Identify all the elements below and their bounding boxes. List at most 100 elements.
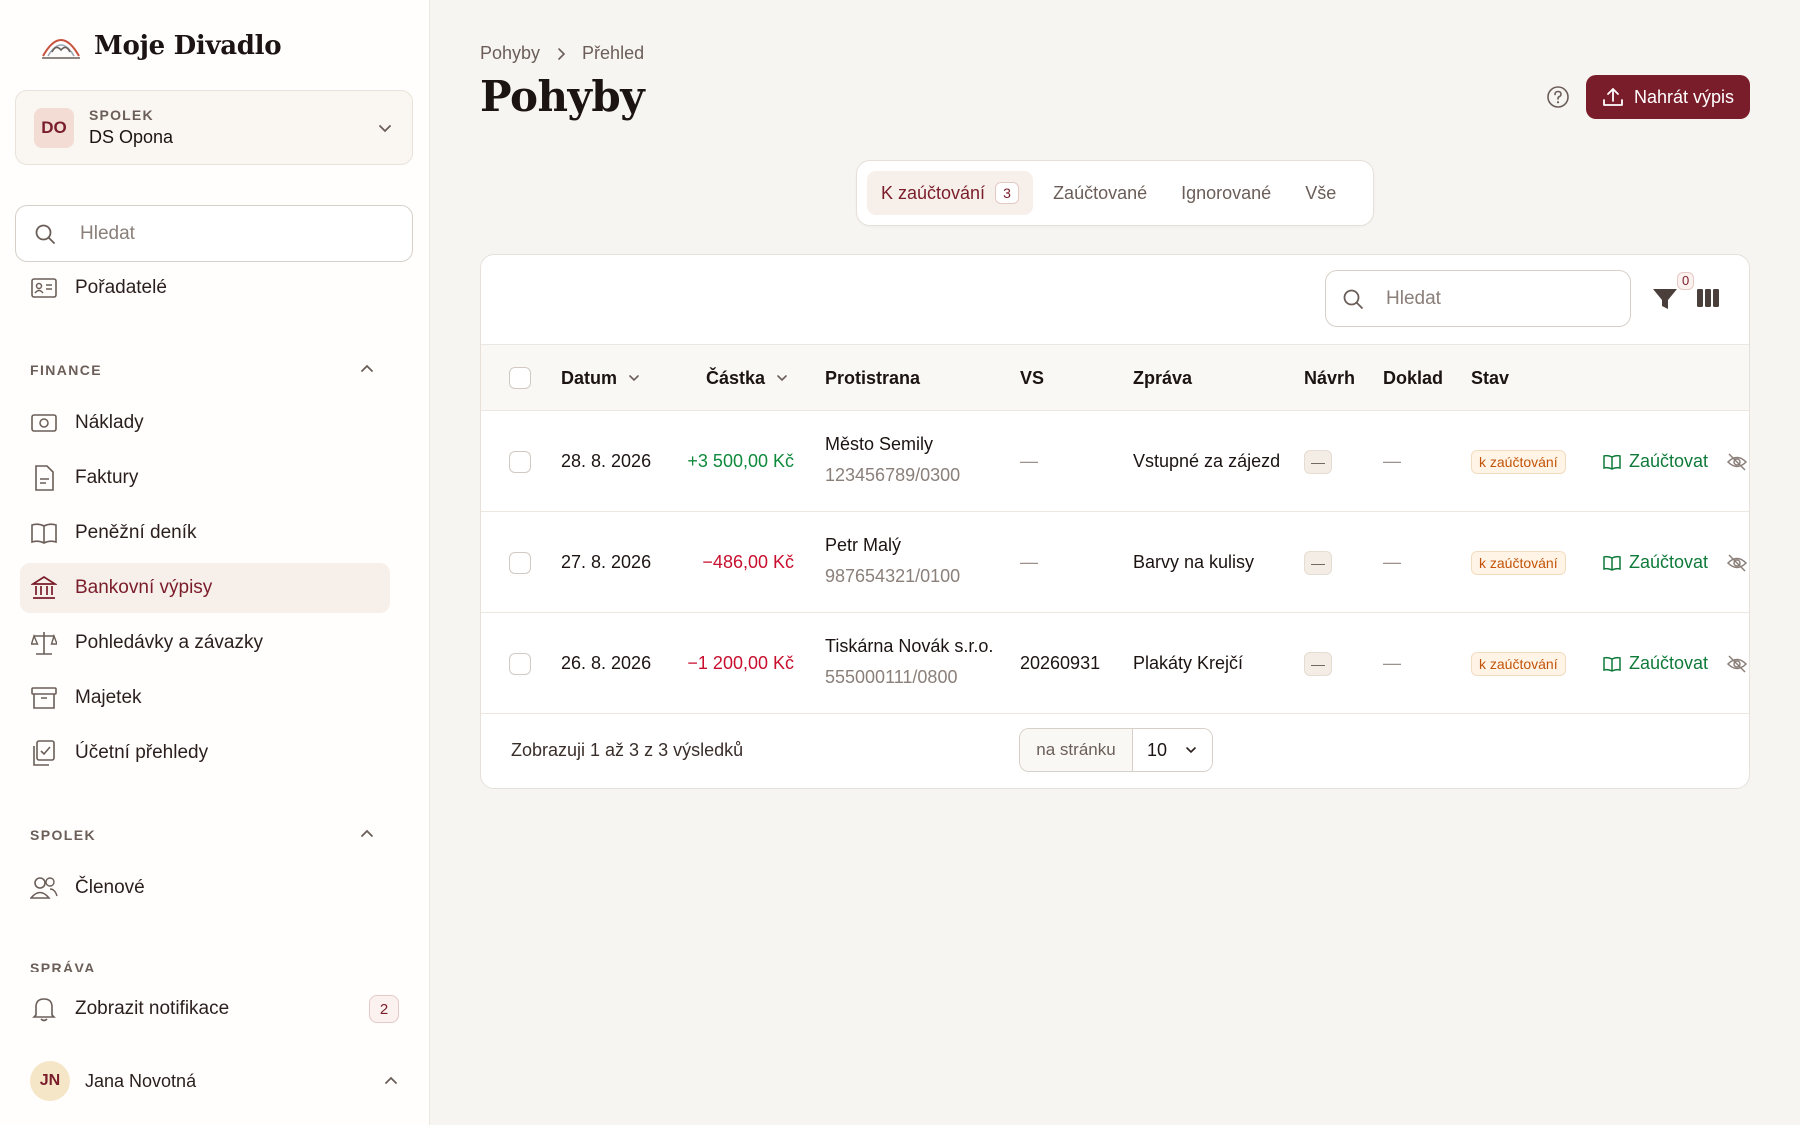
- sidebar-item-label: Náklady: [75, 412, 144, 433]
- col-label: Zpráva: [1133, 367, 1193, 388]
- col-vs: VS: [1020, 345, 1044, 411]
- document-icon: [30, 464, 58, 492]
- per-page-select[interactable]: na stránku 10: [1019, 728, 1213, 772]
- show-notifications[interactable]: Zobrazit notifikace: [20, 984, 390, 1034]
- tab-k-zauctovani[interactable]: K zaúčtování 3: [867, 171, 1034, 215]
- post-label: Zaúčtovat: [1629, 552, 1709, 572]
- chevron-up-icon[interactable]: [358, 825, 376, 843]
- col-label: Stav: [1471, 367, 1510, 388]
- col-castka[interactable]: Částka: [706, 345, 789, 411]
- sidebar-item-naklady[interactable]: Náklady: [20, 398, 390, 448]
- sidebar-search[interactable]: [15, 205, 413, 262]
- eye-off-icon[interactable]: [1726, 552, 1748, 574]
- per-page-label: na stránku: [1020, 729, 1133, 771]
- row-vs: —: [1020, 552, 1038, 572]
- post-button[interactable]: Zaúčtovat: [1603, 451, 1708, 472]
- tab-ignorovane[interactable]: Ignorované: [1167, 171, 1285, 215]
- book-icon: [1603, 656, 1621, 672]
- table-search[interactable]: [1325, 270, 1631, 327]
- row-navrh[interactable]: —: [1304, 551, 1332, 575]
- results-summary: Zobrazuji 1 až 3 z 3 výsledků: [511, 740, 744, 760]
- post-button[interactable]: Zaúčtovat: [1603, 552, 1708, 573]
- col-label: Protistrana: [825, 367, 921, 388]
- tab-zauctovane[interactable]: Zaúčtované: [1039, 171, 1161, 215]
- row-checkbox[interactable]: [509, 653, 531, 675]
- section-spolek-label: SPOLEK: [30, 827, 96, 843]
- breadcrumb-item: Přehled: [582, 43, 645, 63]
- org-switcher[interactable]: DO SPOLEK DS Opona: [15, 90, 413, 165]
- section-finance-label: FINANCE: [30, 362, 103, 378]
- org-name: DS Opona: [89, 127, 174, 147]
- row-party: Tiskárna Novák s.r.o. 555000111/0800: [825, 636, 993, 688]
- bank-icon: [30, 574, 58, 602]
- row-checkbox[interactable]: [509, 552, 531, 574]
- table-row[interactable]: 26. 8. 2026 −1 200,00 Kč Tiskárna Novák …: [481, 613, 1749, 714]
- row-amount: −1 200,00 Kč: [687, 653, 794, 673]
- status-badge: k zaúčtování: [1471, 450, 1566, 474]
- help-icon[interactable]: [1546, 85, 1570, 109]
- upload-label: Nahrát výpis: [1633, 86, 1735, 107]
- chevron-down-icon: [379, 124, 391, 132]
- row-doklad: —: [1383, 653, 1401, 673]
- breadcrumb-item[interactable]: Pohyby: [480, 43, 540, 64]
- post-button[interactable]: Zaúčtovat: [1603, 653, 1708, 674]
- col-label: Návrh: [1304, 367, 1356, 388]
- upload-icon: [1603, 88, 1623, 106]
- row-message: Vstupné za zájezd: [1133, 451, 1281, 471]
- columns-icon[interactable]: [1695, 285, 1721, 311]
- search-icon: [1343, 289, 1363, 309]
- row-doklad: —: [1383, 451, 1401, 471]
- party-name: Petr Malý: [825, 535, 902, 555]
- page-title: Pohyby: [480, 72, 645, 121]
- col-datum[interactable]: Datum: [561, 345, 641, 411]
- select-all-checkbox[interactable]: [509, 367, 531, 389]
- scale-icon: [30, 629, 58, 657]
- row-amount: +3 500,00 Kč: [687, 451, 794, 471]
- eye-off-icon[interactable]: [1726, 653, 1748, 675]
- chevron-up-icon[interactable]: [358, 360, 376, 378]
- row-checkbox[interactable]: [509, 451, 531, 473]
- org-kicker: SPOLEK: [89, 107, 154, 123]
- table-header: Datum Částka Protistrana VS Zpráva Návrh…: [481, 345, 1749, 411]
- user-menu[interactable]: JN Jana Novotná: [30, 1060, 400, 1102]
- search-icon: [35, 224, 55, 244]
- col-label: Datum: [561, 367, 618, 388]
- table-row[interactable]: 27. 8. 2026 −486,00 Kč Petr Malý 9876543…: [481, 512, 1749, 613]
- row-message: Barvy na kulisy: [1133, 552, 1255, 572]
- clipboard-check-icon: [30, 739, 58, 767]
- user-name: Jana Novotná: [85, 1070, 197, 1091]
- tab-label: Zaúčtované: [1053, 182, 1148, 203]
- sidebar-item-penezni-denik[interactable]: Peněžní deník: [20, 508, 390, 558]
- row-party: Petr Malý 987654321/0100: [825, 535, 960, 587]
- users-icon: [30, 874, 58, 902]
- status-tabs: K zaúčtování 3 Zaúčtované Ignorované Vše: [856, 160, 1374, 226]
- filter-count-badge: 0: [1677, 272, 1695, 290]
- sidebar-item-bankovni-vypisy[interactable]: Bankovní výpisy: [20, 563, 390, 613]
- notifications-count-badge: 2: [369, 995, 399, 1023]
- sidebar-item-faktury[interactable]: Faktury: [20, 453, 390, 503]
- table-row[interactable]: 28. 8. 2026 +3 500,00 Kč Město Semily 12…: [481, 411, 1749, 512]
- tab-vse[interactable]: Vše: [1291, 171, 1350, 215]
- brand-name: Moje Divadlo: [94, 31, 282, 61]
- sidebar-item-pohledavky[interactable]: Pohledávky a závazky: [20, 618, 390, 668]
- filter-icon[interactable]: [1651, 285, 1679, 313]
- row-navrh[interactable]: —: [1304, 450, 1332, 474]
- sidebar-item-poradatele[interactable]: Pořadatelé: [20, 263, 390, 313]
- per-page-value[interactable]: 10: [1133, 729, 1212, 771]
- sidebar-item-ucetni-prehledy[interactable]: Účetní přehledy: [20, 728, 390, 778]
- table-search-input[interactable]: [1386, 287, 1606, 310]
- eye-off-icon[interactable]: [1726, 451, 1748, 473]
- brand[interactable]: Moje Divadlo: [40, 30, 282, 62]
- party-name: Tiskárna Novák s.r.o.: [825, 636, 994, 656]
- notifications-label: Zobrazit notifikace: [75, 998, 230, 1019]
- sidebar-item-majetek[interactable]: Majetek: [20, 673, 390, 723]
- bell-icon: [30, 995, 58, 1023]
- status-badge: k zaúčtování: [1471, 551, 1566, 575]
- upload-statement-button[interactable]: Nahrát výpis: [1586, 75, 1750, 119]
- breadcrumb: Pohyby Přehled: [480, 43, 644, 64]
- sidebar-item-clenove[interactable]: Členové: [20, 863, 390, 913]
- row-party: Město Semily 123456789/0300: [825, 434, 960, 486]
- sidebar-item-label: Pohledávky a závazky: [75, 632, 263, 653]
- sidebar-search-input[interactable]: [80, 222, 360, 245]
- row-navrh[interactable]: —: [1304, 652, 1332, 676]
